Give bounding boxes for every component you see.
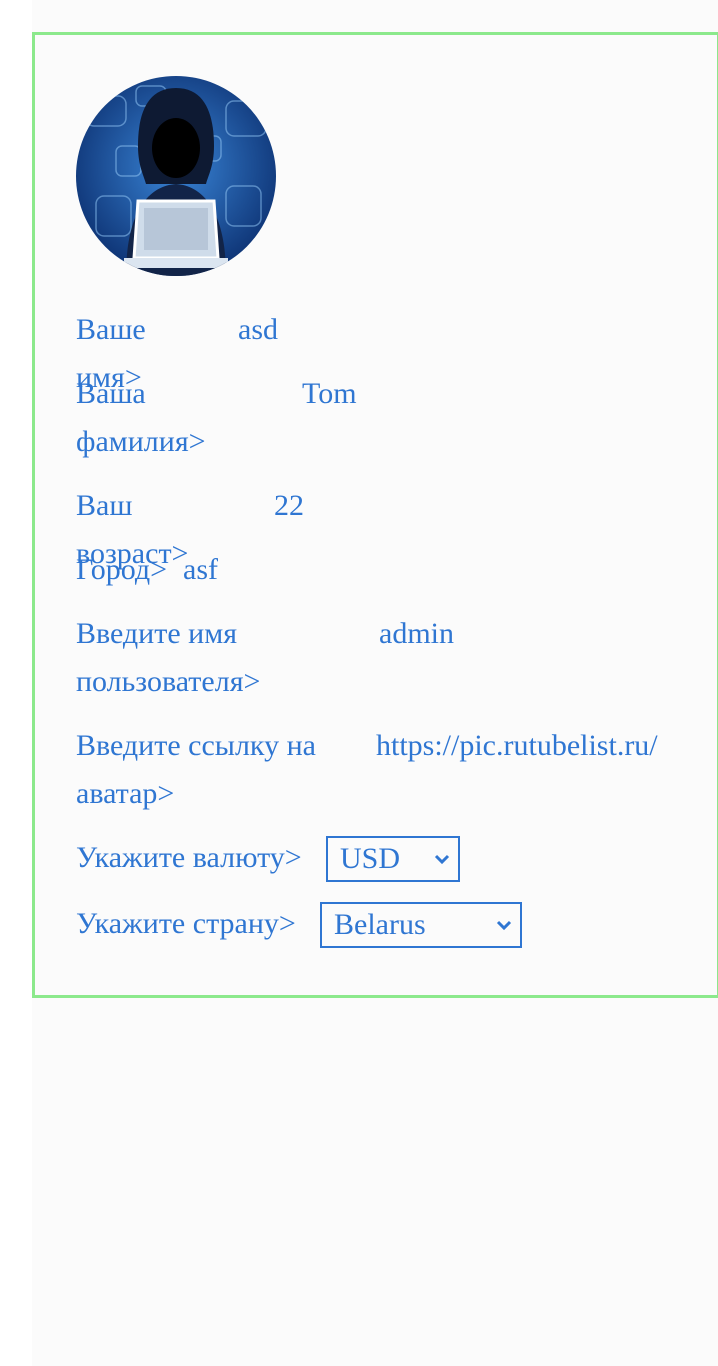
last-name-label: Ваша фамилия>: [76, 377, 206, 458]
first-name-value[interactable]: asd: [238, 306, 278, 354]
country-label: Укажите страну>: [76, 907, 296, 940]
username-value[interactable]: admin: [379, 610, 454, 658]
avatar-url-value[interactable]: https://pic.rutubelist.ru/: [376, 722, 658, 770]
country-select[interactable]: Belarus: [320, 902, 522, 948]
currency-select[interactable]: USD: [326, 836, 460, 882]
age-value[interactable]: 22: [274, 482, 304, 530]
country-selected: Belarus: [334, 908, 426, 941]
hacker-avatar-icon: [76, 76, 276, 276]
city-label: Город>: [76, 553, 168, 586]
city-value[interactable]: asf: [183, 546, 218, 594]
username-label: Введите имя пользователя>: [76, 617, 261, 698]
profile-card: Ваше имя> asd Ваша фамилия> Tom Ваш возр…: [32, 32, 718, 998]
field-country: Укажите страну> Belarus: [76, 900, 576, 956]
currency-selected: USD: [340, 842, 401, 875]
avatar: [76, 76, 276, 276]
chevron-down-icon: [496, 920, 512, 931]
field-avatar-url: Введите ссылку на аватар> https://pic.ru…: [76, 722, 674, 818]
avatar-url-label: Введите ссылку на аватар>: [76, 729, 316, 810]
last-name-value[interactable]: Tom: [302, 370, 357, 418]
chevron-down-icon: [434, 854, 450, 865]
currency-label: Укажите валюту>: [76, 841, 302, 874]
field-currency: Укажите валюту> USD: [76, 834, 576, 890]
